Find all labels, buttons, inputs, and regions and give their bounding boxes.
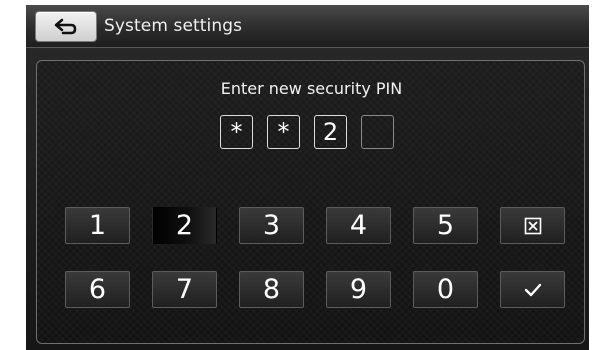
keypad-row-1: 1 2 3 4 5 [65, 207, 569, 244]
pin-panel: Enter new security PIN * * 2 1 2 3 4 5 6… [36, 60, 585, 344]
key-7[interactable]: 7 [152, 271, 217, 308]
key-3[interactable]: 3 [239, 207, 304, 244]
pin-digit-3: 2 [314, 115, 347, 149]
back-button[interactable] [35, 11, 97, 42]
pin-prompt: Enter new security PIN [220, 79, 403, 98]
key-8[interactable]: 8 [239, 271, 304, 308]
keypad-row-2: 6 7 8 9 0 [65, 271, 569, 308]
pin-digit-4 [361, 115, 394, 149]
return-arrow-icon [53, 18, 79, 36]
key-2[interactable]: 2 [152, 207, 217, 244]
confirm-button[interactable] [500, 271, 565, 308]
delete-button[interactable] [500, 207, 565, 244]
pin-display: * * 2 [220, 115, 394, 149]
key-4[interactable]: 4 [326, 207, 391, 244]
key-6[interactable]: 6 [65, 271, 130, 308]
title-bar: System settings [26, 5, 589, 48]
key-0[interactable]: 0 [413, 271, 478, 308]
key-9[interactable]: 9 [326, 271, 391, 308]
pin-digit-2: * [267, 115, 300, 149]
key-5[interactable]: 5 [413, 207, 478, 244]
screen: System settings Enter new security PIN *… [26, 5, 589, 350]
page-title: System settings [104, 16, 243, 36]
pin-digit-1: * [220, 115, 253, 149]
clear-box-icon [524, 217, 542, 235]
key-1[interactable]: 1 [65, 207, 130, 244]
checkmark-icon [523, 282, 543, 298]
keypad: 1 2 3 4 5 6 7 8 9 0 [65, 207, 569, 335]
